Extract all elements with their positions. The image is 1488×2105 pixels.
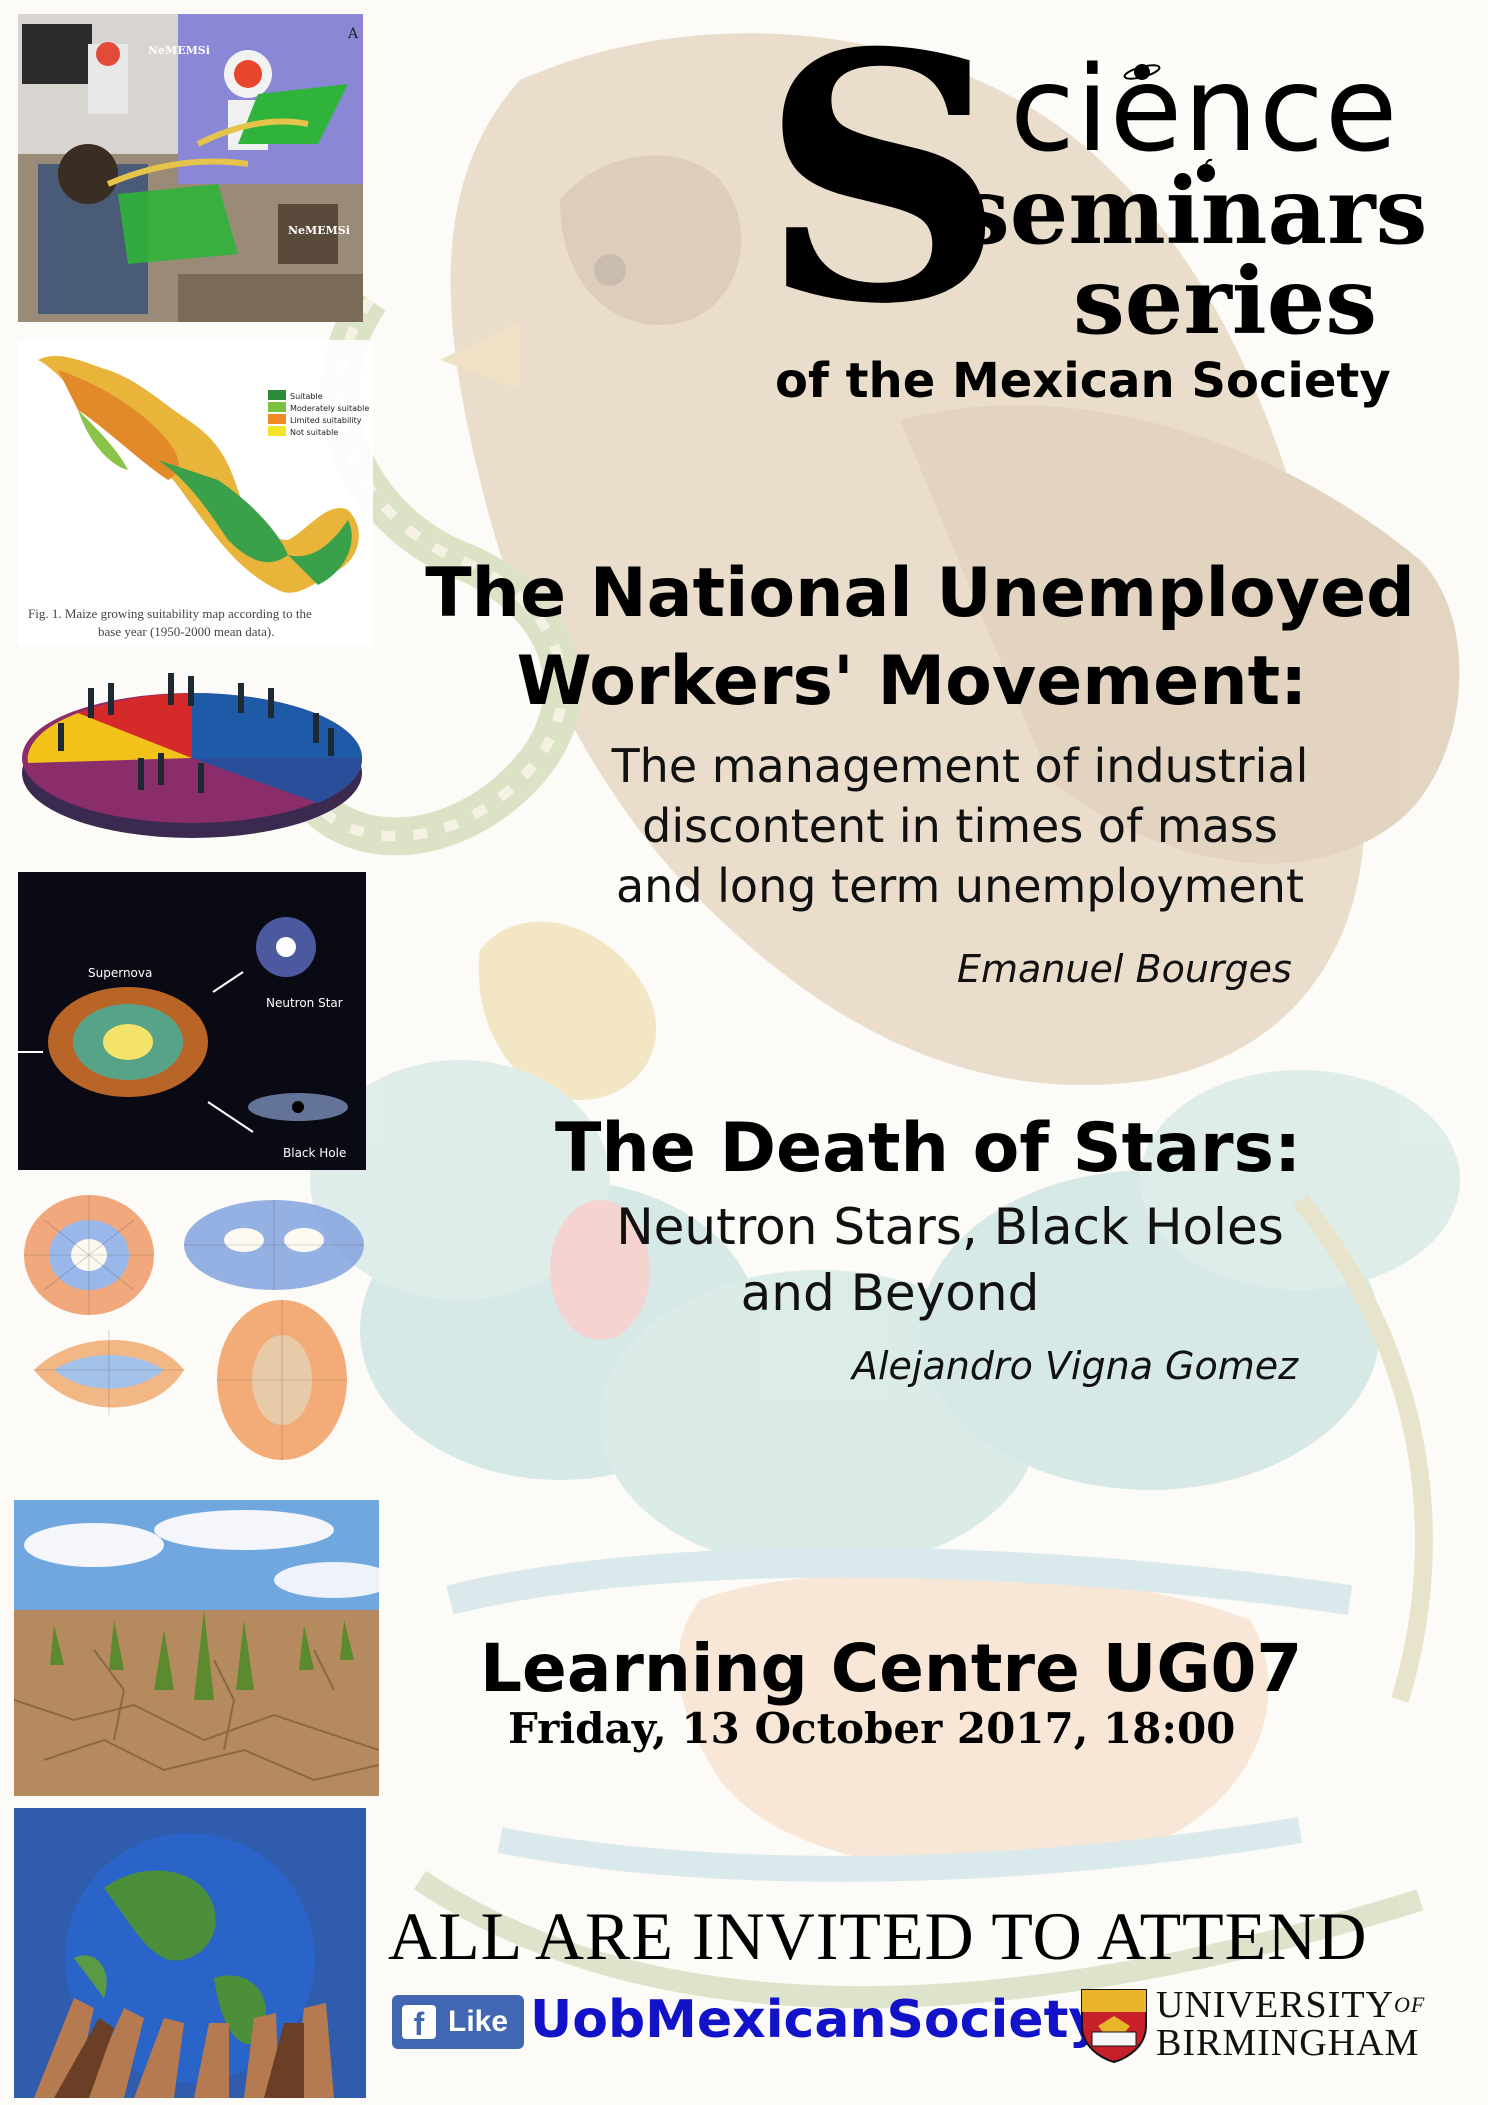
- map-legend-0: Suitable: [290, 392, 323, 401]
- talk-2-subtitle-line-1: Neutron Stars, Black Holes: [616, 1198, 1284, 1256]
- facebook-icon: f: [402, 2005, 436, 2039]
- robot-corner-letter: A: [347, 26, 359, 42]
- logo-word-cience: cience: [1010, 40, 1399, 178]
- logo-word-series: series: [1073, 247, 1378, 355]
- university-logo: UNIVERSITYOF BIRMINGHAM: [1078, 1986, 1473, 2064]
- maize-suitability-map: Suitable Moderately suitable Limited sui…: [18, 340, 373, 646]
- facebook-like-button[interactable]: f Like: [392, 1995, 524, 2049]
- facebook-page-name[interactable]: UobMexicanSociety: [530, 1990, 1102, 2050]
- hands-holding-earth-image: [14, 1808, 366, 2098]
- university-crest-icon: [1081, 1989, 1147, 2064]
- university-line-1-suffix: OF: [1393, 1992, 1426, 2017]
- event-venue: Learning Centre UG07: [480, 1630, 1303, 1707]
- facebook-like-label: Like: [448, 2005, 509, 2038]
- talk-1-speaker: Emanuel Bourges: [957, 947, 1292, 991]
- map-legend-1: Moderately suitable: [290, 404, 369, 413]
- stars-label-neutron: Neutron Star: [266, 996, 343, 1010]
- university-line-2: BIRMINGHAM: [1156, 2022, 1420, 2064]
- saturn-icon: [1123, 64, 1161, 80]
- university-line-1: UNIVERSITY: [1156, 1984, 1394, 2026]
- population-pie-chart-image: [18, 668, 366, 846]
- stars-label-supernova: Supernova: [88, 966, 152, 980]
- talk-1-title-line-2: Workers' Movement:: [516, 642, 1308, 721]
- robot-research-image: NeMEMSi NeMEMSi A: [18, 14, 363, 322]
- death-of-stars-image: Supernova Neutron Star Black Hole: [18, 872, 366, 1170]
- talk-2-subtitle: Neutron Stars, Black Holes and Beyond: [560, 1194, 1340, 1326]
- talk-1-title-line-1: The National Unemployed: [425, 554, 1415, 633]
- robot-label-bottom: NeMEMSi: [288, 224, 350, 237]
- talk-2-title: The Death of Stars:: [555, 1109, 1302, 1188]
- map-caption-line2: base year (1950-2000 mean data).: [98, 624, 275, 639]
- talk-1-subtitle-line-2: discontent in times of mass: [642, 799, 1278, 853]
- logo-word-seminars: seminars: [958, 157, 1428, 265]
- stars-label-blackhole: Black Hole: [283, 1146, 346, 1160]
- talk-2-subtitle-line-2: and Beyond: [740, 1264, 1040, 1322]
- map-legend-3: Not suitable: [290, 428, 338, 437]
- event-datetime: Friday, 13 October 2017, 18:00: [508, 1704, 1236, 1753]
- talk-1: The National Unemployed Workers' Movemen…: [380, 550, 1460, 726]
- talk-1-subtitle-line-1: The management of industrial: [611, 739, 1309, 793]
- logo-subtitle: of the Mexican Society: [775, 353, 1391, 409]
- map-caption-line1: Fig. 1. Maize growing suitability map ac…: [28, 606, 312, 621]
- map-legend-2: Limited suitability: [290, 416, 362, 425]
- talk-1-subtitle: The management of industrial discontent …: [560, 736, 1360, 916]
- talk-1-subtitle-line-3: and long term unemployment: [615, 859, 1304, 913]
- invitation-text: ALL ARE INVITED TO ATTEND: [388, 1898, 1368, 1974]
- talk-2-speaker: Alejandro Vigna Gomez: [852, 1344, 1299, 1388]
- drought-cornfield-image: [14, 1500, 379, 1796]
- robot-label-top: NeMEMSi: [148, 44, 210, 57]
- topology-surfaces-image: [14, 1180, 368, 1480]
